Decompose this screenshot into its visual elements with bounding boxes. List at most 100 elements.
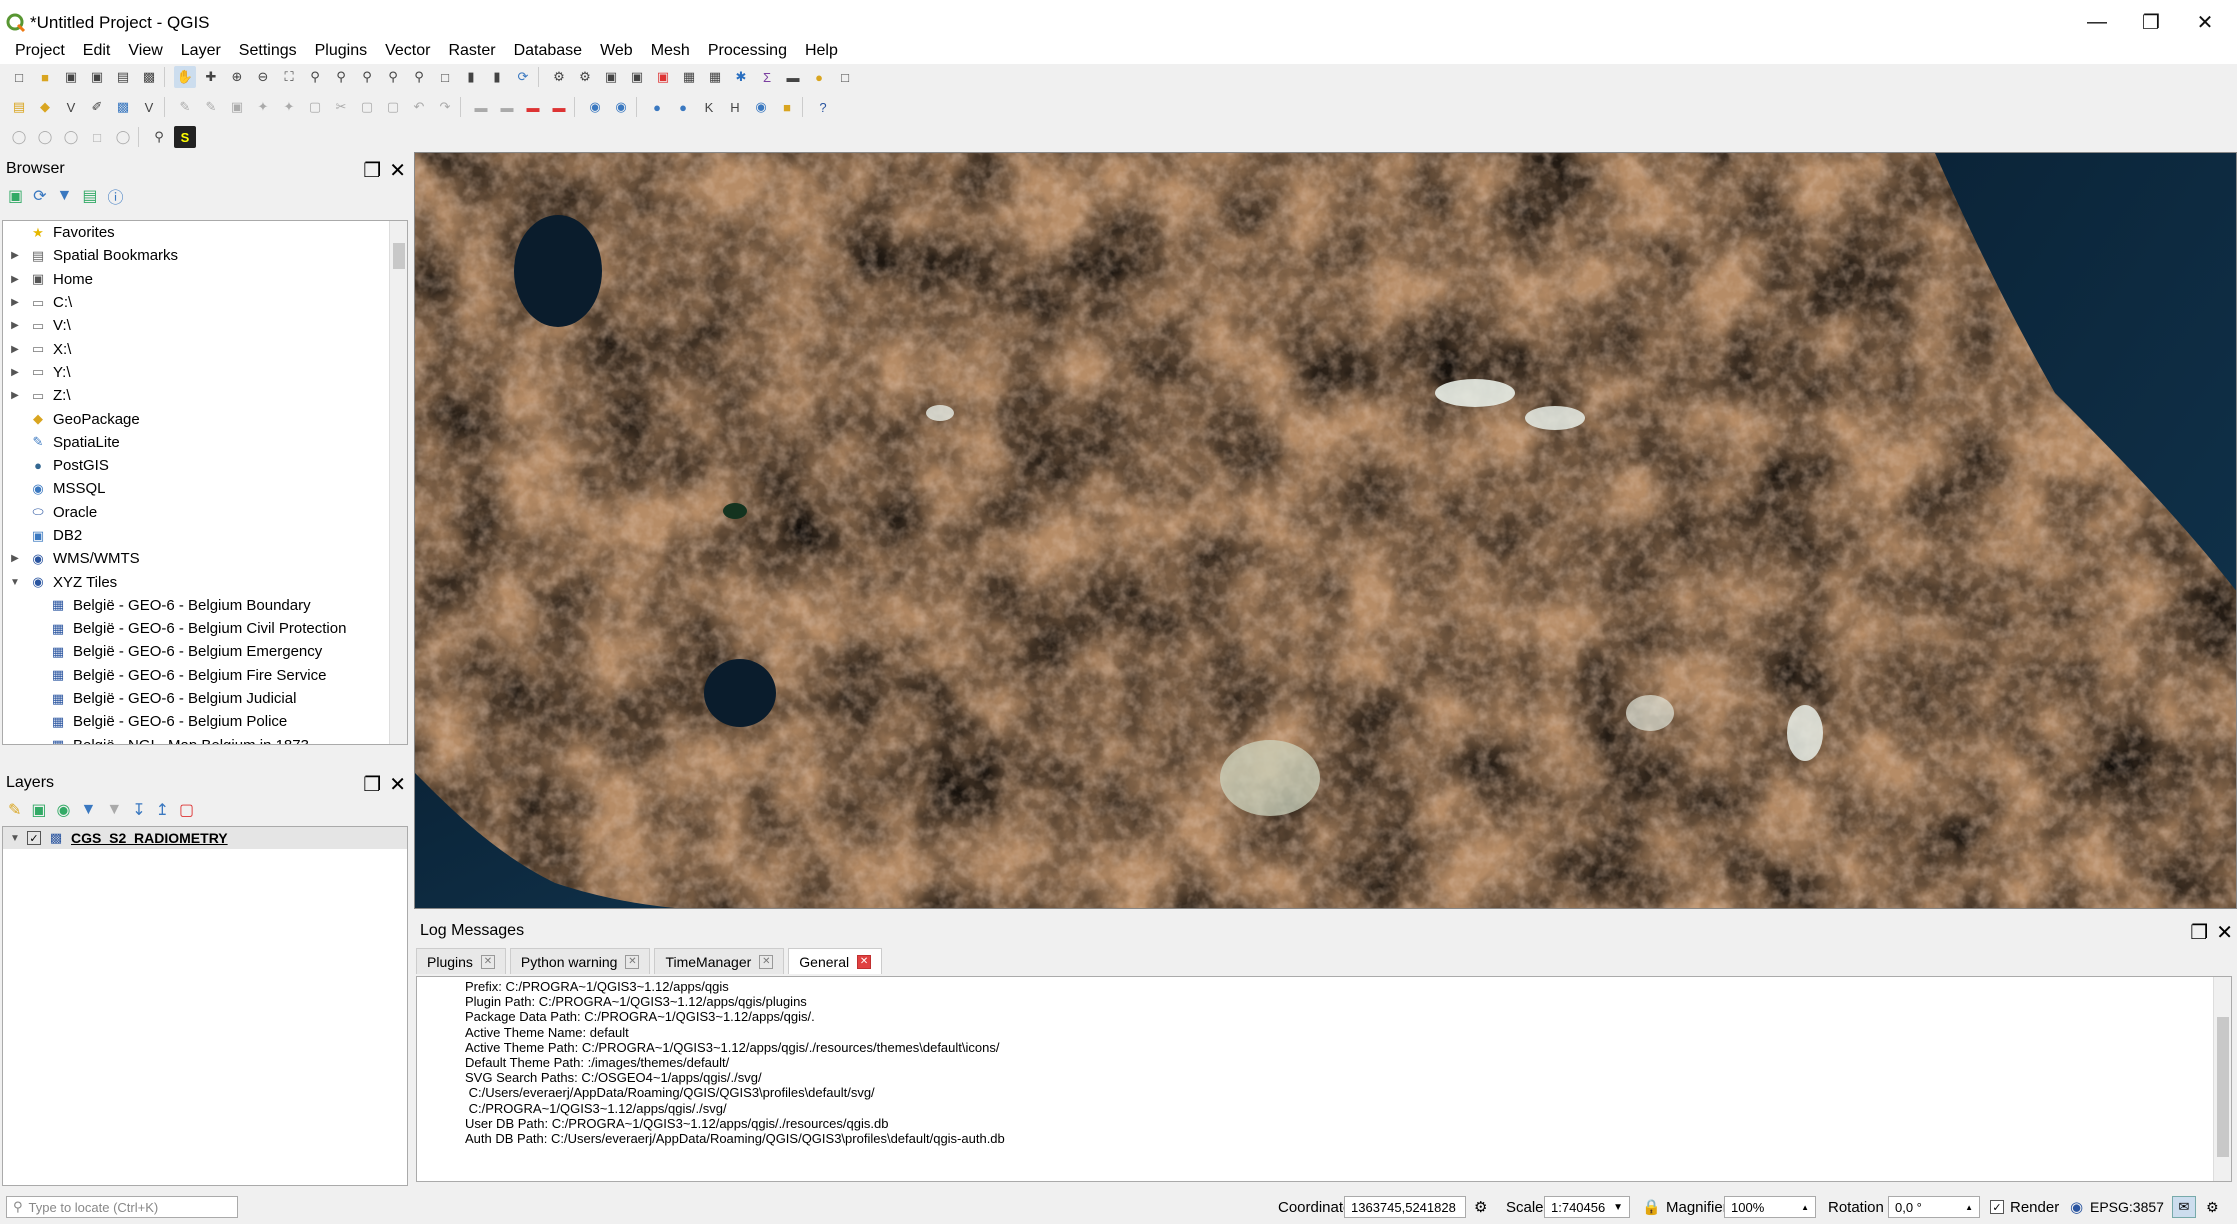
expand-arrow-icon[interactable]: ▶	[7, 553, 23, 564]
browser-item[interactable]: ▦ België - GEO-6 - Belgium Judicial	[3, 687, 407, 710]
select-features-icon[interactable]: ▣	[600, 66, 622, 88]
layer-row[interactable]: ▼ ✓ ▩ CGS_S2_RADIOMETRY	[3, 827, 407, 849]
tab-close-icon[interactable]: ✕	[625, 954, 640, 969]
globe-sync-icon[interactable]: ◉	[610, 96, 632, 118]
zoom-last-icon[interactable]: ⚲	[382, 66, 404, 88]
coordinate-field[interactable]: 1363745,5241828	[1344, 1196, 1466, 1218]
show-bookmarks-icon[interactable]: ▮	[486, 66, 508, 88]
label-hide-icon[interactable]: ▬	[548, 96, 570, 118]
expand-arrow-icon[interactable]: ▶	[7, 367, 23, 378]
browser-item[interactable]: ▣ DB2	[3, 524, 407, 547]
new-map-view-icon[interactable]: □	[434, 66, 456, 88]
layers-tree[interactable]: ▼ ✓ ▩ CGS_S2_RADIOMETRY	[2, 826, 408, 1186]
label-highlight-icon[interactable]: ▬	[522, 96, 544, 118]
menu-processing[interactable]: Processing	[699, 42, 796, 60]
browser-item[interactable]: ▶ ▭ X:\	[3, 337, 407, 360]
menu-plugins[interactable]: Plugins	[306, 42, 376, 60]
zoom-in-icon[interactable]: ⊕	[226, 66, 248, 88]
sketch-plugin-icon[interactable]: S	[174, 126, 196, 148]
expand-arrow-icon[interactable]: ▶	[7, 274, 23, 285]
field-calc-icon[interactable]: ▦	[704, 66, 726, 88]
tab-timemanager[interactable]: TimeManager ✕	[654, 948, 785, 974]
menu-database[interactable]: Database	[505, 42, 592, 60]
menu-raster[interactable]: Raster	[439, 42, 504, 60]
render-checkbox[interactable]: ✓	[1990, 1200, 2004, 1214]
magnifier-spinbox[interactable]: 100% ▲	[1724, 1196, 1816, 1218]
new-spatialite-icon[interactable]: ✐	[86, 96, 108, 118]
expand-arrow-icon[interactable]: ▶	[7, 344, 23, 355]
new-virtual-layer-icon[interactable]: ▩	[112, 96, 134, 118]
time-manager-icon[interactable]: ◉	[750, 96, 772, 118]
layout-manager-icon[interactable]: ▩	[138, 66, 160, 88]
expand-arrow-icon[interactable]: ▶	[7, 297, 23, 308]
menu-web[interactable]: Web	[591, 42, 642, 60]
tab-close-icon[interactable]: ✕	[857, 954, 872, 969]
deselect-icon[interactable]: ▣	[652, 66, 674, 88]
browser-item[interactable]: ▶ ▭ Y:\	[3, 361, 407, 384]
browser-item[interactable]: ◉ MSSQL	[3, 477, 407, 500]
map-canvas[interactable]	[414, 152, 2237, 909]
browser-item[interactable]: ▶ ▣ Home	[3, 268, 407, 291]
browser-item[interactable]: ✎ SpatiaLite	[3, 431, 407, 454]
tab-close-icon[interactable]: ✕	[480, 954, 495, 969]
layer-visibility-checkbox[interactable]: ✓	[27, 831, 41, 845]
bookmark-new-icon[interactable]: ▮	[460, 66, 482, 88]
python-console-icon[interactable]: ●	[646, 96, 668, 118]
save-project-icon[interactable]: ▣	[60, 66, 82, 88]
browser-item[interactable]: ▦ België - GEO-6 - Belgium Fire Service	[3, 664, 407, 687]
log-scrollbar[interactable]	[2213, 977, 2231, 1181]
rotation-spinbox[interactable]: 0,0 ° ▲	[1888, 1196, 1980, 1218]
toggle-extents-icon[interactable]: ⚙	[1474, 1198, 1487, 1216]
zoom-full-icon[interactable]: ⛶	[278, 66, 300, 88]
tab-python-warning[interactable]: Python warning ✕	[509, 948, 651, 974]
collapse-arrow-icon[interactable]: ▼	[7, 833, 23, 844]
map-tips-icon[interactable]: ●	[808, 66, 830, 88]
add-group-icon[interactable]: ▣	[31, 800, 46, 820]
menu-view[interactable]: View	[119, 42, 171, 60]
properties-icon[interactable]: ⓘ	[108, 184, 124, 208]
expand-all-icon[interactable]: ↧	[132, 800, 145, 820]
processing-toolbox-icon[interactable]: ✱	[730, 66, 752, 88]
identify-icon[interactable]: ⚙	[548, 66, 570, 88]
locator-search-icon[interactable]: ⚲	[148, 126, 170, 148]
new-temp-layer-icon[interactable]: V	[138, 96, 160, 118]
close-panel-icon[interactable]: ✕	[389, 772, 406, 797]
annotation-icon[interactable]: □	[834, 66, 856, 88]
measure-icon[interactable]: ▬	[782, 66, 804, 88]
open-project-icon[interactable]: ■	[34, 66, 56, 88]
new-geopackage-icon[interactable]: ◆	[34, 96, 56, 118]
pan-to-selection-icon[interactable]: ✚	[200, 66, 222, 88]
refresh-icon[interactable]: ⟳	[512, 66, 534, 88]
locator-search-input[interactable]: ⚲ Type to locate (Ctrl+K)	[6, 1196, 238, 1218]
crs-label[interactable]: EPSG:3857	[2090, 1199, 2164, 1215]
browser-item[interactable]: ▦ België - GEO-6 - Belgium Boundary	[3, 594, 407, 617]
menu-help[interactable]: Help	[796, 42, 847, 60]
menu-edit[interactable]: Edit	[74, 42, 120, 60]
browser-tree[interactable]: ★ Favorites ▶ ▤ Spatial Bookmarks ▶ ▣ Home ▶ ▭ C:\…	[2, 220, 408, 745]
expand-arrow-icon[interactable]: ▶	[7, 250, 23, 261]
manage-map-themes-icon[interactable]: ◉	[57, 800, 71, 820]
attribute-table-icon[interactable]: ▦	[678, 66, 700, 88]
menu-mesh[interactable]: Mesh	[642, 42, 699, 60]
plugin-a-icon[interactable]: ●	[672, 96, 694, 118]
menu-layer[interactable]: Layer	[172, 42, 230, 60]
globe-plugin-icon[interactable]: ◉	[584, 96, 606, 118]
filter-browser-icon[interactable]: ▼	[57, 187, 73, 205]
log-text-area[interactable]: Prefix: C:/PROGRA~1/QGIS3~1.12/apps/qgis…	[416, 976, 2232, 1182]
layer-styling-icon[interactable]: ✎	[8, 800, 21, 820]
zoom-next-icon[interactable]: ⚲	[408, 66, 430, 88]
messages-icon[interactable]: ✉	[2172, 1196, 2196, 1218]
browser-item[interactable]: ▦ België - GEO-6 - Belgium Emergency	[3, 640, 407, 663]
undock-icon[interactable]: ❐	[363, 158, 381, 183]
new-shapefile-icon[interactable]: V	[60, 96, 82, 118]
zoom-layer-icon[interactable]: ⚲	[330, 66, 352, 88]
scrollbar-thumb[interactable]	[393, 243, 405, 269]
close-panel-icon[interactable]: ✕	[389, 158, 406, 183]
new-project-icon[interactable]: □	[8, 66, 30, 88]
tab-close-icon[interactable]: ✕	[759, 954, 774, 969]
help-icon[interactable]: ?	[812, 96, 834, 118]
browser-item[interactable]: ★ Favorites	[3, 221, 407, 244]
browser-item[interactable]: ▦ België - GEO-6 - Belgium Civil Protecti…	[3, 617, 407, 640]
crs-globe-icon[interactable]: ◉	[2070, 1198, 2083, 1216]
expand-arrow-icon[interactable]: ▶	[7, 320, 23, 331]
